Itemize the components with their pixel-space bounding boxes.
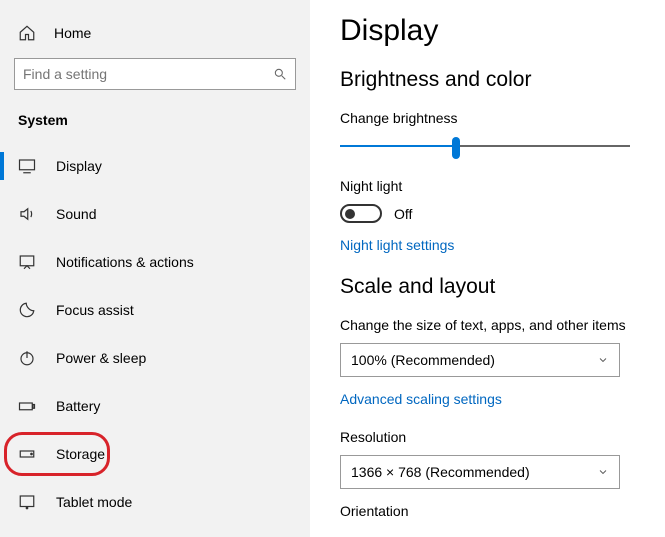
night-light-toggle[interactable] [340, 204, 382, 223]
sidebar-nav: Display Sound Notifications & actions Fo… [0, 142, 310, 526]
sidebar-item-label: Power & sleep [56, 350, 146, 366]
slider-thumb[interactable] [452, 137, 460, 159]
brightness-label: Change brightness [340, 110, 665, 126]
orientation-label: Orientation [340, 503, 665, 519]
nav-home-label: Home [54, 25, 91, 41]
focus-assist-icon [18, 301, 36, 319]
sidebar-item-label: Notifications & actions [56, 254, 194, 270]
resolution-value: 1366 × 768 (Recommended) [351, 464, 530, 480]
resolution-dropdown[interactable]: 1366 × 768 (Recommended) [340, 455, 620, 489]
scale-value: 100% (Recommended) [351, 352, 495, 368]
sidebar-item-sound[interactable]: Sound [0, 190, 310, 238]
search-icon [273, 67, 287, 81]
notifications-icon [18, 253, 36, 271]
sidebar-item-tablet-mode[interactable]: Tablet mode [0, 478, 310, 526]
chevron-down-icon [597, 466, 609, 478]
sidebar-item-notifications[interactable]: Notifications & actions [0, 238, 310, 286]
sound-icon [18, 205, 36, 223]
battery-icon [18, 397, 36, 415]
sidebar-item-display[interactable]: Display [0, 142, 310, 190]
advanced-scaling-link[interactable]: Advanced scaling settings [340, 391, 502, 407]
night-light-settings-link[interactable]: Night light settings [340, 237, 454, 253]
chevron-down-icon [597, 354, 609, 366]
brightness-slider[interactable] [340, 136, 630, 158]
brightness-heading: Brightness and color [340, 68, 665, 92]
page-title: Display [340, 14, 665, 48]
sidebar-item-focus-assist[interactable]: Focus assist [0, 286, 310, 334]
sidebar-item-battery[interactable]: Battery [0, 382, 310, 430]
power-icon [18, 349, 36, 367]
resolution-label: Resolution [340, 429, 665, 445]
scale-label: Change the size of text, apps, and other… [340, 317, 665, 333]
sidebar-item-label: Sound [56, 206, 96, 222]
night-light-label: Night light [340, 178, 665, 194]
main-panel: Display Brightness and color Change brig… [310, 0, 665, 537]
sidebar-item-label: Display [56, 158, 102, 174]
sidebar-item-label: Battery [56, 398, 100, 414]
nav-home[interactable]: Home [14, 18, 296, 58]
sidebar-item-label: Focus assist [56, 302, 134, 318]
home-icon [18, 24, 36, 42]
sidebar: Home System Display Sound Notifications … [0, 0, 310, 537]
sidebar-item-label: Storage [56, 446, 105, 462]
sidebar-item-power-sleep[interactable]: Power & sleep [0, 334, 310, 382]
sidebar-item-storage[interactable]: Storage [0, 430, 310, 478]
display-icon [18, 157, 36, 175]
scale-heading: Scale and layout [340, 275, 665, 299]
toggle-knob [345, 209, 355, 219]
search-input[interactable] [23, 66, 273, 82]
sidebar-item-label: Tablet mode [56, 494, 132, 510]
night-light-state: Off [394, 206, 412, 222]
slider-fill [340, 145, 456, 147]
search-box[interactable] [14, 58, 296, 90]
scale-dropdown[interactable]: 100% (Recommended) [340, 343, 620, 377]
sidebar-section-header: System [14, 112, 296, 142]
tablet-icon [18, 493, 36, 511]
storage-icon [18, 445, 36, 463]
